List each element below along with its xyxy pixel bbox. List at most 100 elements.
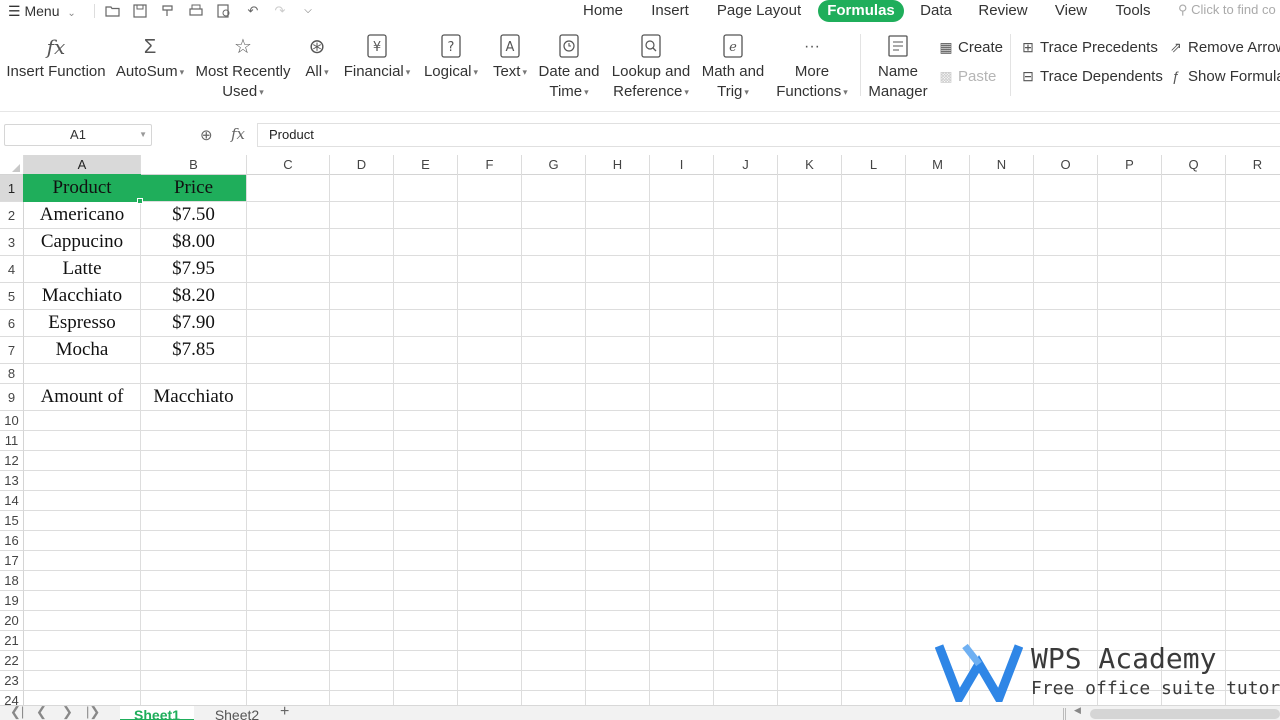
column-header-r[interactable]: R: [1226, 155, 1280, 175]
last-sheet-icon[interactable]: |❯: [86, 704, 100, 720]
cell-b3[interactable]: $8.00: [141, 229, 246, 255]
all-functions-button[interactable]: ⊛ All ▾: [298, 32, 336, 82]
column-header-f[interactable]: F: [458, 155, 522, 175]
save-icon[interactable]: [132, 3, 148, 19]
row-header-19[interactable]: 19: [0, 591, 24, 611]
financial-button[interactable]: ¥ Financial ▾: [340, 32, 414, 82]
next-sheet-icon[interactable]: ❯: [62, 704, 73, 720]
function-icon[interactable]: fx: [231, 125, 245, 143]
row-header-20[interactable]: 20: [0, 611, 24, 631]
row-header-9[interactable]: 9: [0, 384, 24, 411]
row-header-6[interactable]: 6: [0, 310, 24, 337]
row-header-5[interactable]: 5: [0, 283, 24, 310]
cell-a9[interactable]: Amount of: [24, 384, 140, 410]
tab-tools[interactable]: Tools: [1108, 0, 1158, 22]
trace-dependents-button[interactable]: ⊟ Trace Dependents: [1020, 66, 1163, 86]
undo-icon[interactable]: ↶: [245, 3, 261, 19]
tab-insert[interactable]: Insert: [644, 0, 696, 22]
column-header-k[interactable]: K: [778, 155, 842, 175]
cell-b6[interactable]: $7.90: [141, 310, 246, 336]
cell-a4[interactable]: Latte: [24, 256, 140, 282]
cell-a6[interactable]: Espresso: [24, 310, 140, 336]
more-functions-button[interactable]: ··· More Functions ▾: [772, 32, 852, 102]
tab-review[interactable]: Review: [972, 0, 1034, 22]
select-all-corner[interactable]: [0, 155, 24, 175]
split-handle[interactable]: [1063, 708, 1066, 720]
column-header-e[interactable]: E: [394, 155, 458, 175]
tab-formulas[interactable]: Formulas: [818, 0, 904, 22]
first-sheet-icon[interactable]: ❮|: [10, 704, 24, 720]
trace-precedents-button[interactable]: ⊞ Trace Precedents: [1020, 37, 1158, 57]
row-header-10[interactable]: 10: [0, 411, 24, 431]
row-header-14[interactable]: 14: [0, 491, 24, 511]
cell-a7[interactable]: Mocha: [24, 337, 140, 363]
paste-button[interactable]: ▩ Paste: [938, 66, 996, 86]
prev-sheet-icon[interactable]: ❮: [36, 704, 47, 720]
remove-arrows-button[interactable]: ⇗ Remove Arrow: [1168, 37, 1280, 57]
row-header-21[interactable]: 21: [0, 631, 24, 651]
tab-home[interactable]: Home: [574, 0, 632, 22]
scroll-left-icon[interactable]: ◀: [1074, 705, 1081, 716]
row-header-15[interactable]: 15: [0, 511, 24, 531]
name-box[interactable]: A1 ▼: [4, 124, 152, 146]
row-header-8[interactable]: 8: [0, 364, 24, 384]
column-header-c[interactable]: C: [247, 155, 330, 175]
row-header-22[interactable]: 22: [0, 651, 24, 671]
column-header-q[interactable]: Q: [1162, 155, 1226, 175]
cell-a5[interactable]: Macchiato: [24, 283, 140, 309]
row-header-24[interactable]: 24: [0, 691, 24, 705]
row-header-11[interactable]: 11: [0, 431, 24, 451]
column-header-l[interactable]: L: [842, 155, 906, 175]
open-folder-icon[interactable]: [105, 3, 121, 19]
search-input[interactable]: ⚲ Click to find co: [1178, 0, 1276, 22]
tab-page-layout[interactable]: Page Layout: [710, 0, 808, 22]
cell-b5[interactable]: $8.20: [141, 283, 246, 309]
column-header-h[interactable]: H: [586, 155, 650, 175]
format-painter-icon[interactable]: [160, 3, 176, 19]
row-header-16[interactable]: 16: [0, 531, 24, 551]
row-header-3[interactable]: 3: [0, 229, 24, 256]
cell-b9[interactable]: Macchiato: [141, 384, 246, 410]
logical-button[interactable]: ? Logical ▾: [420, 32, 482, 82]
autosum-button[interactable]: Σ AutoSum ▾: [112, 32, 188, 82]
row-header-18[interactable]: 18: [0, 571, 24, 591]
create-button[interactable]: ▦ Create: [938, 37, 1003, 57]
row-header-17[interactable]: 17: [0, 551, 24, 571]
column-header-o[interactable]: O: [1034, 155, 1098, 175]
row-header-12[interactable]: 12: [0, 451, 24, 471]
row-header-4[interactable]: 4: [0, 256, 24, 283]
date-time-button[interactable]: Date and Time ▾: [534, 32, 604, 102]
cell-b7[interactable]: $7.85: [141, 337, 246, 363]
column-header-p[interactable]: P: [1098, 155, 1162, 175]
horizontal-scrollbar[interactable]: [1090, 709, 1280, 719]
main-menu-button[interactable]: ☰ Menu ⌄: [8, 0, 76, 22]
column-header-d[interactable]: D: [330, 155, 394, 175]
cell-b1[interactable]: Price: [141, 175, 246, 201]
name-manager-button[interactable]: Name Manager: [864, 32, 932, 102]
cell-b4[interactable]: $7.95: [141, 256, 246, 282]
print-preview-icon[interactable]: [216, 3, 232, 19]
lookup-reference-button[interactable]: Lookup and Reference ▾: [608, 32, 694, 102]
zoom-icon[interactable]: ⊕: [200, 126, 213, 144]
redo-icon[interactable]: ↷: [272, 3, 288, 19]
column-header-i[interactable]: I: [650, 155, 714, 175]
row-header-23[interactable]: 23: [0, 671, 24, 691]
add-sheet-icon[interactable]: +: [280, 703, 289, 720]
row-header-13[interactable]: 13: [0, 471, 24, 491]
insert-function-button[interactable]: fx Insert Function: [6, 32, 106, 82]
formula-input[interactable]: Product: [257, 123, 1280, 147]
print-icon[interactable]: [188, 3, 204, 19]
column-header-a[interactable]: A: [24, 155, 141, 175]
column-header-j[interactable]: J: [714, 155, 778, 175]
column-header-g[interactable]: G: [522, 155, 586, 175]
cell-a3[interactable]: Cappucino: [24, 229, 140, 255]
fill-handle[interactable]: [137, 198, 143, 204]
math-trig-button[interactable]: e Math and Trig ▾: [698, 32, 768, 102]
text-functions-button[interactable]: A Text ▾: [488, 32, 532, 82]
column-header-n[interactable]: N: [970, 155, 1034, 175]
row-header-1[interactable]: 1: [0, 175, 24, 202]
sheet-tab-sheet2[interactable]: Sheet2: [200, 706, 274, 720]
tab-data[interactable]: Data: [914, 0, 958, 22]
customize-quick-access-icon[interactable]: ⌵: [300, 3, 316, 19]
column-header-b[interactable]: B: [141, 155, 247, 175]
